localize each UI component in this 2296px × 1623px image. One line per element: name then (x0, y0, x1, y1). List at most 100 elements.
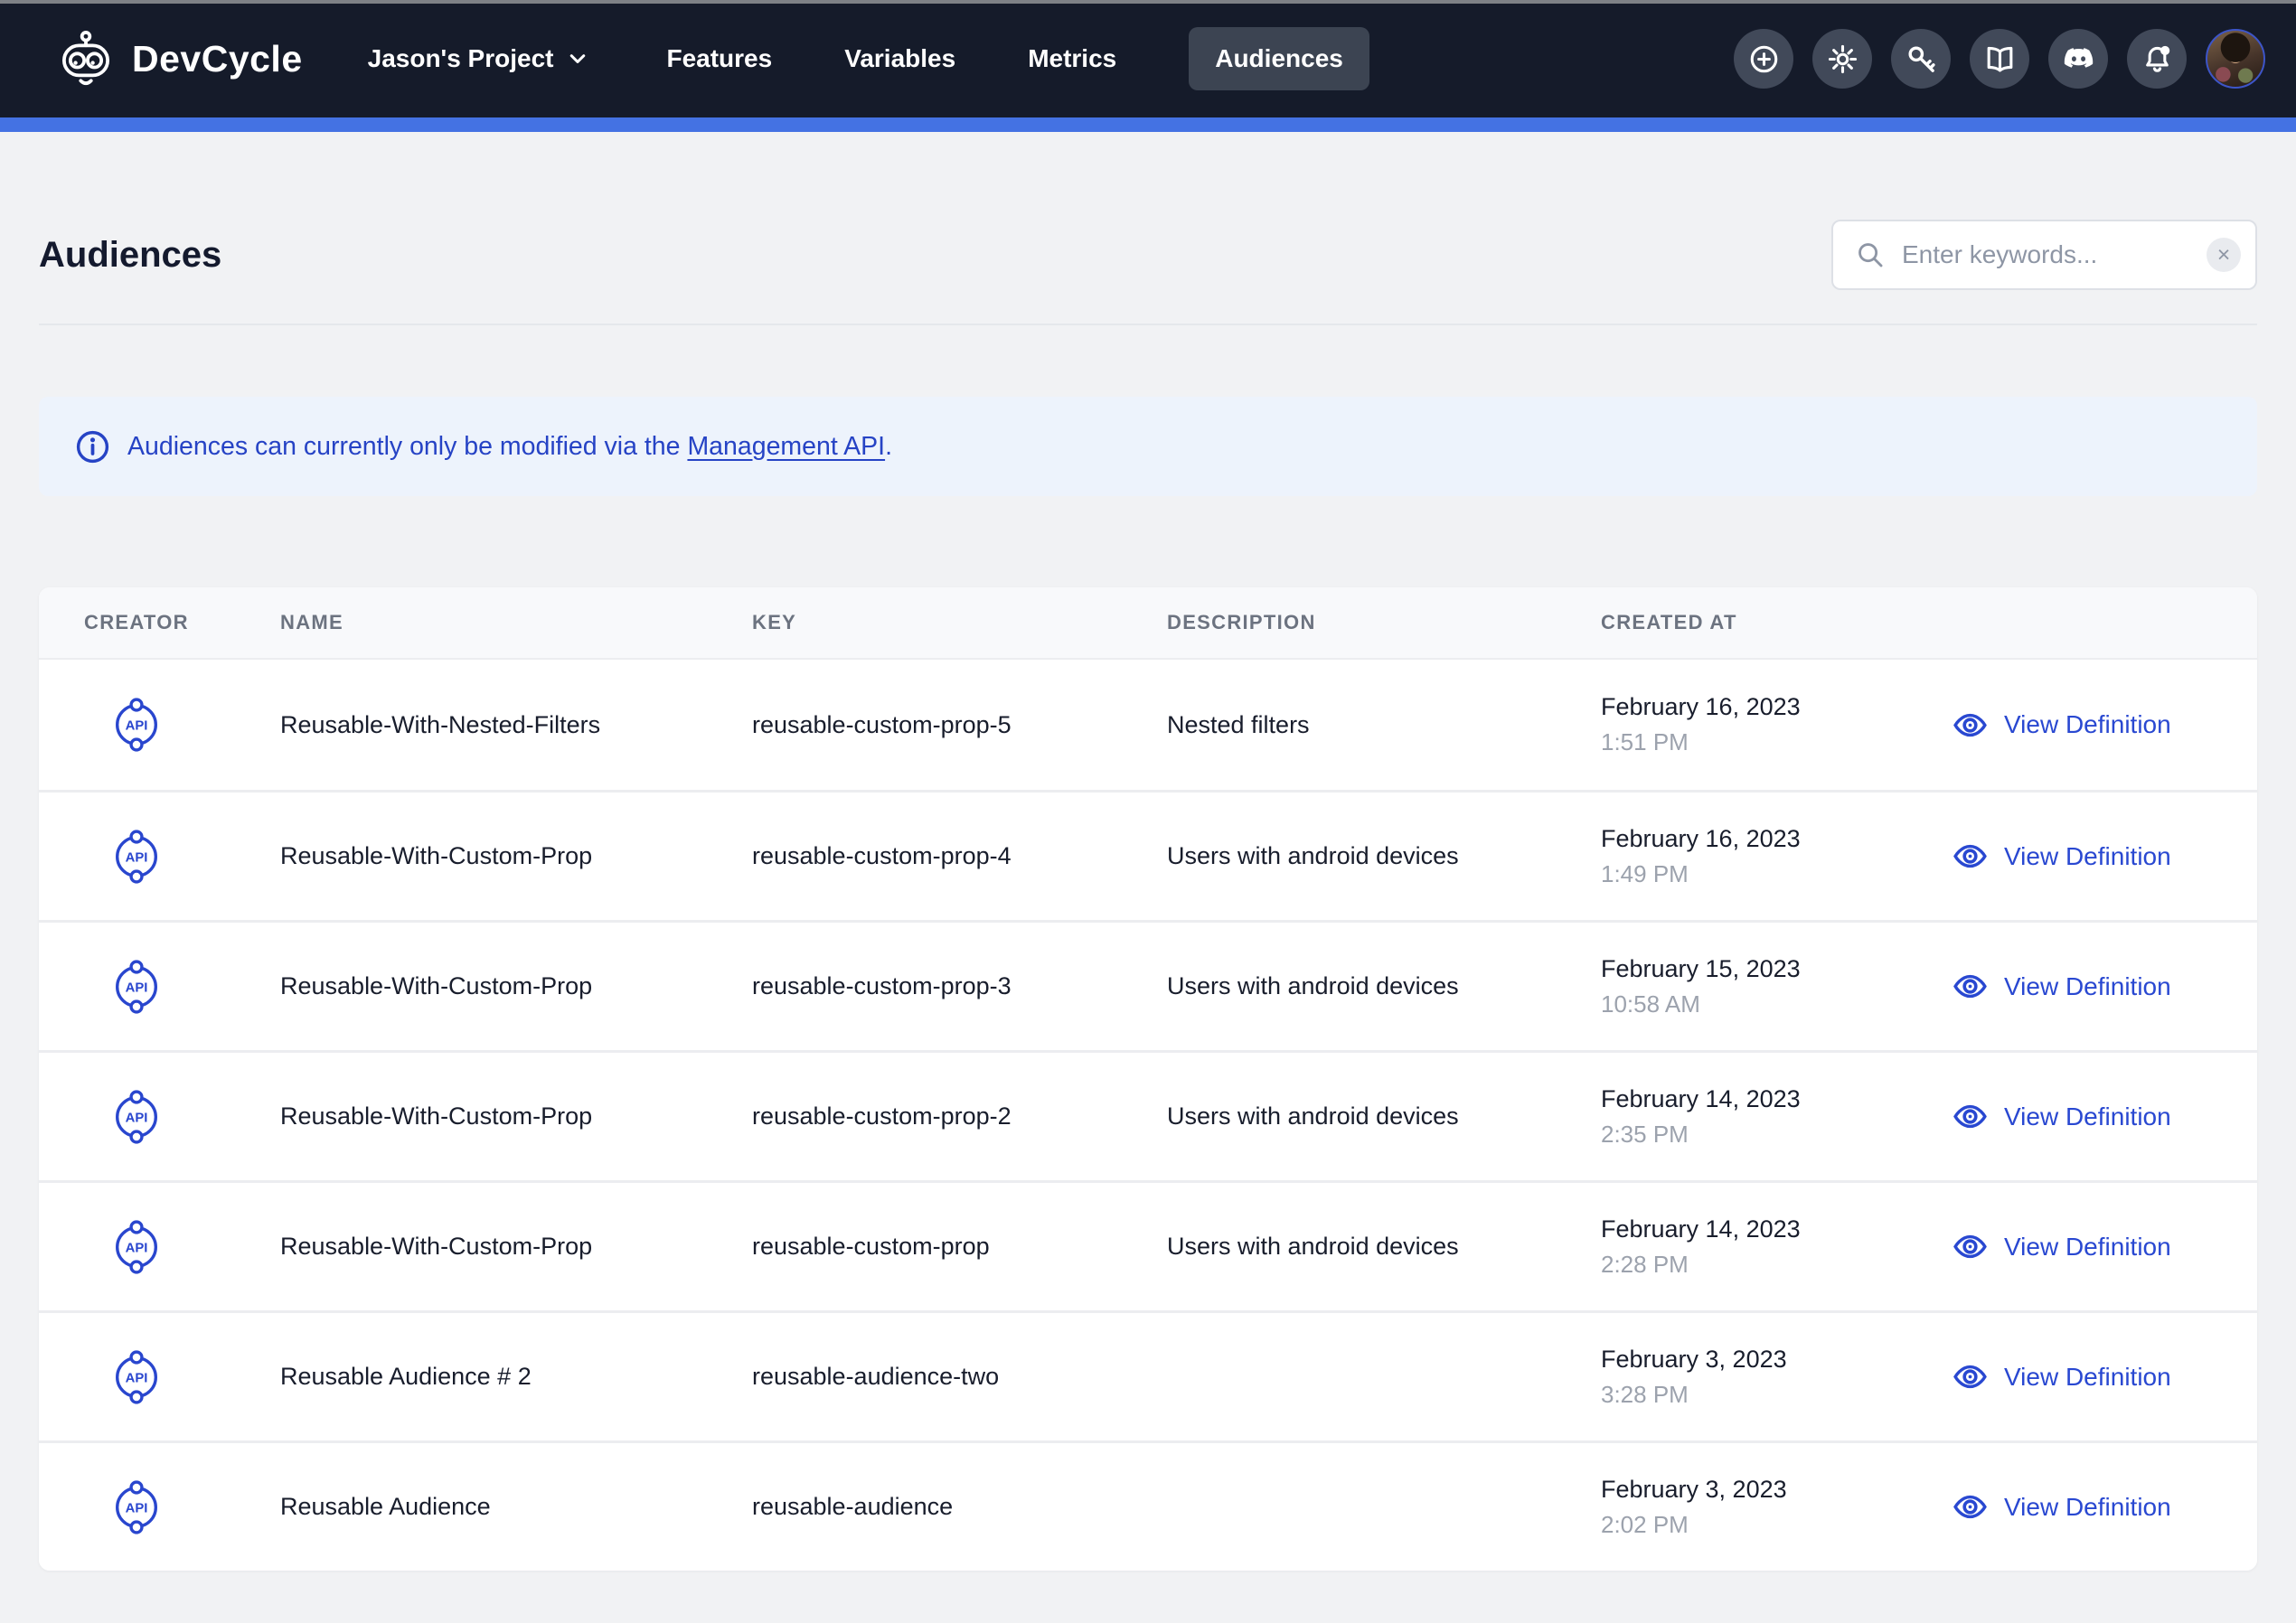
management-api-link[interactable]: Management API (687, 432, 885, 461)
discord-button[interactable] (2048, 29, 2108, 89)
audience-key: reusable-custom-prop-2 (752, 1102, 1167, 1130)
table-row: API Reusable-With-Custom-Prop reusable-c… (39, 1050, 2257, 1180)
api-badge-icon: API (108, 1086, 165, 1148)
created-date: February 3, 2023 (1601, 1346, 1937, 1374)
eye-icon (1952, 1488, 1989, 1525)
view-definition-label: View Definition (2004, 1102, 2171, 1131)
api-badge-icon: API (108, 826, 165, 887)
audience-name: Reusable-With-Nested-Filters (280, 711, 752, 739)
tab-features[interactable]: Features (666, 44, 772, 73)
eye-icon (1952, 968, 1989, 1005)
audiences-table: Creator Name Key Description Created At … (39, 587, 2257, 1571)
primary-tabs: Features Variables Metrics Audiences (666, 27, 1369, 90)
table-row: API Reusable-With-Nested-Filters reusabl… (39, 660, 2257, 790)
created-time: 2:02 PM (1601, 1511, 1937, 1539)
notifications-button[interactable] (2127, 29, 2187, 89)
header-divider (39, 324, 2257, 325)
view-definition-link[interactable]: View Definition (1937, 968, 2257, 1005)
discord-icon (2062, 42, 2095, 76)
audience-description: Users with android devices (1167, 1102, 1601, 1130)
search-input[interactable] (1902, 240, 2207, 269)
docs-button[interactable] (1970, 29, 2029, 89)
column-header-created-at: Created At (1601, 611, 1937, 634)
api-badge-label: API (126, 719, 148, 734)
audience-description: Users with android devices (1167, 1233, 1601, 1261)
table-body: API Reusable-With-Nested-Filters reusabl… (39, 660, 2257, 1571)
search-icon (1855, 239, 1886, 270)
created-time: 2:28 PM (1601, 1251, 1937, 1279)
eye-icon (1952, 1098, 1989, 1135)
column-header-key: Key (752, 611, 1167, 634)
api-badge-label: API (126, 850, 148, 865)
page-title: Audiences (39, 235, 221, 276)
navbar-actions (1734, 29, 2265, 89)
create-button[interactable] (1734, 29, 1793, 89)
info-circle-icon (74, 428, 111, 465)
creator-cell: API (39, 1477, 280, 1538)
api-badge-icon: API (108, 694, 165, 755)
creator-cell: API (39, 826, 280, 887)
created-at-cell: February 16, 2023 1:49 PM (1601, 825, 1937, 888)
view-definition-link[interactable]: View Definition (1937, 1098, 2257, 1135)
audience-name: Reusable-With-Custom-Prop (280, 1233, 752, 1261)
column-header-description: Description (1167, 611, 1601, 634)
creator-cell: API (39, 1086, 280, 1148)
api-badge-icon: API (108, 1346, 165, 1408)
tab-metrics[interactable]: Metrics (1028, 44, 1116, 73)
api-badge-label: API (126, 1371, 148, 1385)
view-definition-link[interactable]: View Definition (1937, 707, 2257, 744)
audience-name: Reusable Audience # 2 (280, 1363, 752, 1391)
devcycle-logo-icon (56, 29, 116, 89)
top-navbar: DevCycle Jason's Project Features Variab… (0, 0, 2296, 117)
table-row: API Reusable Audience # 2 reusable-audie… (39, 1310, 2257, 1440)
created-date: February 3, 2023 (1601, 1476, 1937, 1504)
bell-icon (2141, 42, 2174, 76)
audience-description: Nested filters (1167, 711, 1601, 739)
table-header: Creator Name Key Description Created At (39, 587, 2257, 660)
created-time: 10:58 AM (1601, 990, 1937, 1018)
view-definition-label: View Definition (2004, 842, 2171, 871)
created-at-cell: February 14, 2023 2:35 PM (1601, 1085, 1937, 1149)
audience-key: reusable-audience-two (752, 1363, 1167, 1391)
created-at-cell: February 3, 2023 3:28 PM (1601, 1346, 1937, 1409)
view-definition-label: View Definition (2004, 1363, 2171, 1392)
view-definition-link[interactable]: View Definition (1937, 838, 2257, 875)
user-avatar[interactable] (2206, 29, 2265, 89)
api-badge-label: API (126, 1241, 148, 1255)
view-definition-link[interactable]: View Definition (1937, 1228, 2257, 1265)
view-definition-label: View Definition (2004, 1233, 2171, 1262)
view-definition-label: View Definition (2004, 710, 2171, 739)
table-row: API Reusable-With-Custom-Prop reusable-c… (39, 1180, 2257, 1310)
brand[interactable]: DevCycle (56, 29, 303, 89)
api-badge-label: API (126, 1501, 148, 1515)
audience-name: Reusable Audience (280, 1493, 752, 1521)
audience-key: reusable-custom-prop-4 (752, 842, 1167, 870)
view-definition-link[interactable]: View Definition (1937, 1358, 2257, 1395)
view-definition-label: View Definition (2004, 1493, 2171, 1522)
clear-search-button[interactable]: × (2207, 238, 2241, 272)
key-icon (1905, 42, 1938, 76)
tab-audiences[interactable]: Audiences (1189, 27, 1369, 90)
eye-icon (1952, 1228, 1989, 1265)
search-box: × (1831, 220, 2257, 290)
tab-variables[interactable]: Variables (844, 44, 955, 73)
view-definition-link[interactable]: View Definition (1937, 1488, 2257, 1525)
created-date: February 14, 2023 (1601, 1085, 1937, 1113)
created-time: 3:28 PM (1601, 1381, 1937, 1409)
api-badge-icon: API (108, 956, 165, 1018)
audience-name: Reusable-With-Custom-Prop (280, 842, 752, 870)
created-date: February 14, 2023 (1601, 1215, 1937, 1243)
created-at-cell: February 14, 2023 2:28 PM (1601, 1215, 1937, 1279)
audience-description: Users with android devices (1167, 972, 1601, 1000)
audience-key: reusable-custom-prop-5 (752, 711, 1167, 739)
audience-key: reusable-custom-prop (752, 1233, 1167, 1261)
banner-text-before: Audiences can currently only be modified… (127, 432, 687, 461)
audience-key: reusable-custom-prop-3 (752, 972, 1167, 1000)
project-selector-label: Jason's Project (368, 44, 554, 73)
settings-button[interactable] (1812, 29, 1872, 89)
page-header: Audiences × (39, 220, 2257, 290)
project-selector[interactable]: Jason's Project (368, 44, 589, 73)
api-keys-button[interactable] (1891, 29, 1951, 89)
creator-cell: API (39, 1346, 280, 1408)
created-at-cell: February 15, 2023 10:58 AM (1601, 955, 1937, 1018)
